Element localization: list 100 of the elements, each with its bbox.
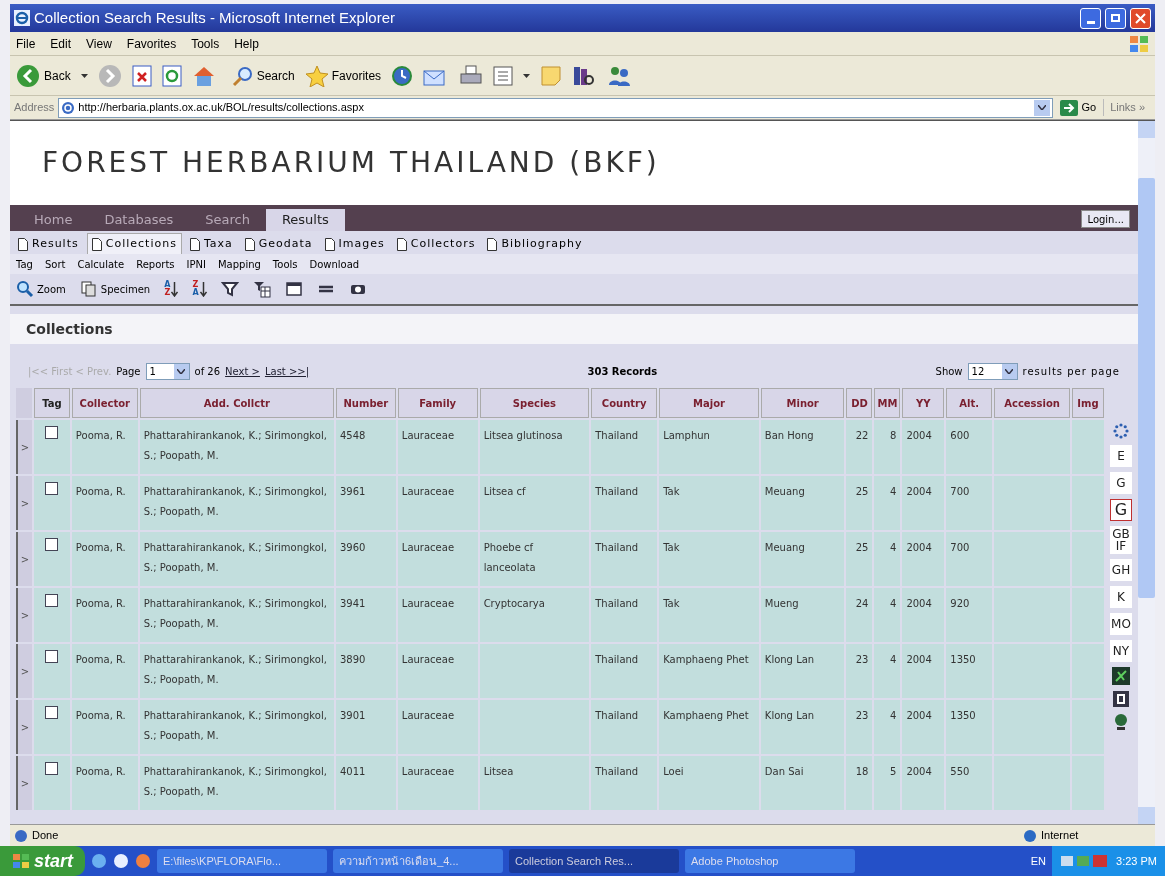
sort-ascending-button[interactable]: A Z: [164, 281, 179, 297]
toolbar-button[interactable]: Zoom: [16, 280, 66, 298]
row-expander[interactable]: >: [16, 420, 32, 474]
framed-square-icon[interactable]: [1112, 690, 1130, 708]
column-header[interactable]: Country: [591, 388, 658, 418]
herbarium-link[interactable]: MO: [1110, 613, 1132, 635]
toolbar-button[interactable]: Specimen: [79, 280, 151, 298]
submenu-item[interactable]: Reports: [136, 256, 175, 272]
row-expander[interactable]: >: [16, 700, 32, 754]
tag-checkbox[interactable]: [45, 594, 59, 607]
links-button[interactable]: Links »: [1103, 99, 1151, 116]
edit-page-icon[interactable]: [493, 65, 514, 86]
table-cell: Phattarahirankanok, K.; Sirimongkol, S.; Poopath, M.: [139, 476, 334, 530]
taskbar-task[interactable]: Collection Search Res...: [509, 849, 679, 873]
row-expander[interactable]: >: [16, 588, 32, 642]
column-header[interactable]: YY: [902, 388, 945, 418]
submenu-item[interactable]: Mapping: [217, 256, 261, 272]
close-button[interactable]: [1130, 7, 1151, 29]
history-icon[interactable]: [391, 64, 414, 87]
column-header[interactable]: Number: [335, 388, 396, 418]
column-header[interactable]: Collector: [71, 388, 138, 418]
search-button[interactable]: Search: [231, 64, 295, 87]
globe-icon[interactable]: [1112, 713, 1130, 731]
column-header[interactable]: Major: [659, 388, 759, 418]
go-button[interactable]: Go: [1057, 99, 1100, 116]
start-button[interactable]: start: [0, 846, 85, 876]
document-tab[interactable]: Results: [14, 234, 83, 254]
dropdown-caret-icon[interactable]: [80, 73, 88, 78]
scrollbar[interactable]: [1138, 121, 1155, 824]
menu-item[interactable]: File: [16, 34, 36, 53]
column-header[interactable]: Family: [397, 388, 478, 418]
menu-item[interactable]: View: [86, 34, 112, 53]
column-header[interactable]: Species: [479, 388, 590, 418]
dotted-circle-icon[interactable]: [1112, 422, 1130, 440]
herbarium-link[interactable]: E: [1110, 445, 1132, 467]
submenu-item[interactable]: Tag: [16, 256, 33, 272]
tag-checkbox[interactable]: [45, 426, 59, 439]
login-button[interactable]: Login...: [1081, 210, 1130, 228]
herbarium-link[interactable]: GH: [1110, 559, 1132, 581]
row-expander[interactable]: >: [16, 756, 32, 810]
nav-tab[interactable]: Home: [18, 209, 89, 231]
document-tab[interactable]: Collectors: [392, 234, 480, 254]
minimize-button[interactable]: [1080, 7, 1101, 29]
column-header[interactable]: Minor: [760, 388, 845, 418]
document-tab[interactable]: Bibliography: [483, 234, 587, 254]
column-header[interactable]: Tag: [34, 388, 70, 418]
menu-item[interactable]: Help: [234, 34, 259, 53]
table-cell: 3901: [335, 700, 396, 754]
per-page-select[interactable]: 12: [967, 362, 1018, 380]
last-link[interactable]: Last >>|: [264, 363, 310, 379]
submenu-item[interactable]: Tools: [272, 256, 298, 272]
tag-checkbox[interactable]: [45, 650, 59, 663]
column-header[interactable]: Accession: [994, 388, 1070, 418]
menu-item[interactable]: Edit: [50, 34, 72, 53]
tag-checkbox[interactable]: [45, 482, 59, 495]
back-button[interactable]: Back: [16, 63, 71, 88]
printer-icon[interactable]: [459, 64, 484, 87]
menu-item[interactable]: Tools: [191, 34, 220, 53]
column-header[interactable]: Alt.: [946, 388, 993, 418]
menu-item[interactable]: Favorites: [126, 34, 177, 53]
column-header[interactable]: MM: [874, 388, 901, 418]
submenu-item[interactable]: Download: [309, 256, 360, 272]
tag-checkbox[interactable]: [45, 538, 59, 551]
column-header[interactable]: DD: [846, 388, 873, 418]
herbarium-link[interactable]: K: [1110, 586, 1132, 608]
sort-descending-button[interactable]: Z A: [192, 281, 207, 297]
document-tab[interactable]: Taxa: [185, 234, 237, 254]
people-icon[interactable]: [606, 64, 633, 87]
nav-tab[interactable]: Results: [265, 209, 345, 231]
language-indicator[interactable]: EN: [1030, 852, 1047, 870]
row-expander[interactable]: >: [16, 644, 32, 698]
document-tab[interactable]: Images: [320, 234, 389, 254]
herbarium-link[interactable]: G: [1110, 472, 1132, 494]
page-select[interactable]: 1: [145, 362, 190, 380]
herbarium-link[interactable]: NY: [1110, 640, 1132, 662]
submenu-item[interactable]: Calculate: [77, 256, 125, 272]
books-icon[interactable]: [572, 64, 597, 87]
next-link[interactable]: Next >: [225, 363, 260, 379]
document-tab[interactable]: Geodata: [240, 234, 317, 254]
column-header[interactable]: Add. Collctr: [139, 388, 334, 418]
herbarium-link[interactable]: G: [1110, 499, 1132, 521]
table-cell: Pooma, R.: [71, 476, 138, 530]
favorites-button[interactable]: Favorites: [304, 64, 382, 87]
tag-checkbox[interactable]: [45, 762, 59, 775]
herbarium-link[interactable]: GB IF: [1110, 526, 1132, 554]
restore-button[interactable]: [1105, 7, 1126, 29]
stop-icon[interactable]: [131, 64, 152, 87]
row-expander[interactable]: >: [16, 532, 32, 586]
address-field[interactable]: http://herbaria.plants.ox.ac.uk/BOL/results/collections.aspx: [58, 97, 1054, 118]
dropdown-caret-icon[interactable]: [523, 73, 531, 78]
submenu-item[interactable]: Sort: [44, 256, 66, 272]
tag-checkbox[interactable]: [45, 706, 59, 719]
nav-tab[interactable]: Search: [189, 209, 266, 231]
nav-tab[interactable]: Databases: [88, 209, 190, 231]
submenu-item[interactable]: IPNI: [186, 256, 206, 272]
chevron-text[interactable]: »: [1138, 101, 1145, 114]
table-cell: Lauraceae: [397, 420, 478, 474]
document-tab[interactable]: Collections: [86, 233, 182, 254]
row-expander[interactable]: >: [16, 476, 32, 530]
column-header[interactable]: Img: [1072, 388, 1104, 418]
